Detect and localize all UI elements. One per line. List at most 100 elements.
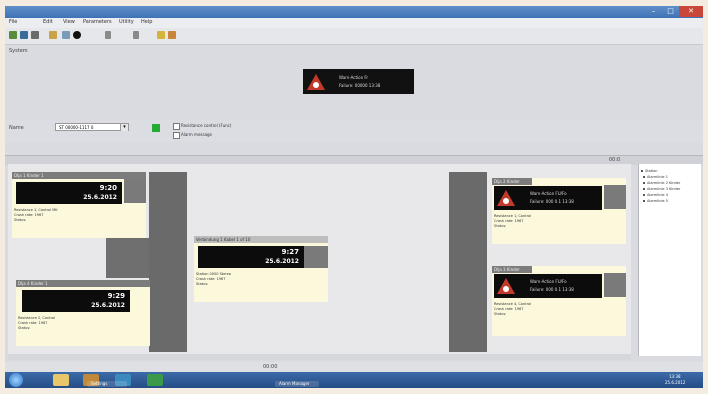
status-bar-text: 00:00 bbox=[263, 364, 278, 370]
tree-node-icon bbox=[643, 194, 645, 196]
card-header-text: Dlja 1 Kinder 1 bbox=[14, 173, 44, 178]
tree-item[interactable]: Alarmlinie 3 Kinder bbox=[647, 187, 680, 191]
close-button[interactable]: ✕ bbox=[679, 6, 703, 17]
menu-parameters[interactable]: Parameters bbox=[83, 19, 112, 25]
tree-node-icon bbox=[643, 176, 645, 178]
card-info-line: Resistance 1, Control bbox=[494, 214, 532, 218]
menu-help[interactable]: Help bbox=[141, 19, 152, 25]
application-window: – □ ✕ File Edit View Parameters Utility … bbox=[5, 6, 703, 388]
warning-symbol bbox=[503, 198, 509, 204]
alarm-banner[interactable]: Warn-Action Fr Failure: 00000 13:38 bbox=[303, 69, 414, 94]
left-bus-pillar bbox=[149, 172, 187, 352]
card-alert-line2: Failure: 000 0.1 13:38 bbox=[530, 199, 574, 204]
card-info-line: Resistance 4, Control bbox=[494, 302, 532, 306]
menu-file[interactable]: File bbox=[9, 19, 17, 25]
start-button[interactable] bbox=[9, 373, 23, 387]
star-icon[interactable] bbox=[157, 31, 165, 39]
horizontal-scrollbar[interactable] bbox=[8, 354, 631, 360]
card-display: 9:20 25.6.2012 bbox=[16, 182, 122, 204]
device-card-alarm[interactable]: Dlja 2 Kinder Warn-Action FU/Fo Failure:… bbox=[492, 178, 626, 244]
alarm-message-checkbox-label: Alarm message bbox=[181, 132, 213, 137]
card-header: Dlja 1 Kinder 1 bbox=[12, 172, 146, 179]
explorer-icon[interactable] bbox=[53, 374, 69, 386]
menu-view[interactable]: View bbox=[63, 19, 75, 25]
tree-node-icon bbox=[643, 200, 645, 202]
card-date: 25.6.2012 bbox=[83, 194, 117, 201]
card-header-text: Dlja 3 Kinder bbox=[494, 267, 520, 272]
card-header: Dlja 3 Kinder bbox=[492, 266, 532, 273]
clock-time[interactable]: 13:38 bbox=[669, 374, 681, 379]
left-connector bbox=[106, 238, 149, 278]
card-header: Verbindung 1 Kabel 1 of 10 bbox=[194, 236, 328, 243]
back-icon[interactable] bbox=[105, 31, 111, 39]
windows-taskbar: Settings Alarm Manager 13:38 25.6.2012 bbox=[5, 372, 703, 388]
taskbar-button-label: Alarm Manager bbox=[279, 381, 310, 386]
clock-date[interactable]: 25.6.2012 bbox=[665, 380, 685, 385]
menu-bar: File Edit View Parameters Utility Help bbox=[5, 18, 703, 28]
device-card[interactable]: Verbindung 1 Kabel 1 of 10 9:27 25.6.201… bbox=[194, 236, 328, 302]
alarm-banner-line2: Failure: 00000 13:38 bbox=[339, 83, 381, 88]
open-icon[interactable] bbox=[9, 31, 17, 39]
tree-node-icon bbox=[641, 170, 643, 172]
alarm-message-checkbox[interactable] bbox=[173, 132, 180, 139]
card-info-line: Resistance 2, Control bbox=[18, 316, 56, 320]
station-combo-value: ST 00000-1117 0 bbox=[59, 125, 94, 130]
card-info-line: Crash rate: 1967 bbox=[196, 277, 226, 281]
station-combo[interactable]: ST 00000-1117 0 ▾ bbox=[55, 123, 129, 131]
resistance-checkbox[interactable] bbox=[173, 123, 180, 130]
card-info-line: Crash rate: 1967 bbox=[14, 213, 44, 217]
card-alert-line2: Failure: 000 0.1 13:38 bbox=[530, 287, 574, 292]
topology-view: Dlja 1 Kinder 1 9:20 25.6.2012 Resistanc… bbox=[8, 164, 631, 354]
card-info-line: Status: bbox=[18, 326, 31, 330]
card-info-line: Status: bbox=[494, 312, 507, 316]
card-date: 25.6.2012 bbox=[91, 302, 125, 309]
card-alarm-display: Warn-Action FU/Fo Failure: 000 0.1 13:38 bbox=[494, 274, 602, 298]
maximize-button[interactable]: □ bbox=[662, 6, 679, 17]
pane-header-value: 00:0 bbox=[609, 157, 621, 163]
tree-node-icon bbox=[643, 182, 645, 184]
taskbar-button-alarm-manager[interactable]: Alarm Manager bbox=[275, 381, 319, 387]
tree-item[interactable]: Alarmlinie 4 bbox=[647, 193, 668, 197]
card-info-line: Status: bbox=[494, 224, 507, 228]
menu-utility[interactable]: Utility bbox=[119, 19, 134, 25]
card-alert-line1: Warn-Action FU/Fo bbox=[530, 279, 567, 284]
card-info-line: Crash rate: 1967 bbox=[494, 307, 524, 311]
title-bar: – □ ✕ bbox=[5, 6, 703, 18]
card-info-line: Crash rate: 1967 bbox=[494, 219, 524, 223]
card-header-text: Verbindung 1 Kabel 1 of 10 bbox=[196, 237, 251, 242]
card-info-line: Resistance 1, Control MK bbox=[14, 208, 58, 212]
alarm-section-label: System bbox=[9, 48, 28, 54]
taskbar-button-settings[interactable]: Settings bbox=[87, 381, 127, 387]
right-bus-pillar bbox=[449, 172, 487, 352]
tree-node-icon bbox=[643, 188, 645, 190]
card-header-text: Dlja 4 Kinder 1 bbox=[18, 281, 48, 286]
tree-item[interactable]: Station bbox=[645, 169, 657, 173]
chevron-down-icon[interactable]: ▾ bbox=[120, 124, 128, 131]
tree-item[interactable]: Alarmlinie 5 bbox=[647, 199, 668, 203]
tree-item[interactable]: Alarmlinie 1 bbox=[647, 175, 668, 179]
print-icon[interactable] bbox=[31, 31, 39, 39]
status-bar: 00:00 bbox=[5, 362, 703, 372]
device-card[interactable]: Dlja 1 Kinder 1 9:20 25.6.2012 Resistanc… bbox=[12, 172, 146, 238]
export-icon[interactable] bbox=[168, 31, 176, 39]
settings-icon[interactable] bbox=[49, 31, 57, 39]
card-info-line: Status: bbox=[196, 282, 209, 286]
card-alarm-display: Warn-Action FU/Fo Failure: 000 0.1 13:38 bbox=[494, 186, 602, 210]
device-card-alarm[interactable]: Dlja 3 Kinder Warn-Action FU/Fo Failure:… bbox=[492, 266, 626, 336]
status-indicator bbox=[152, 124, 160, 132]
card-header-text: Dlja 2 Kinder bbox=[494, 179, 520, 184]
forward-icon[interactable] bbox=[133, 31, 139, 39]
device-card[interactable]: Dlja 4 Kinder 1 9:29 25.6.2012 Resistanc… bbox=[16, 280, 150, 346]
minimize-button[interactable]: – bbox=[645, 6, 662, 17]
save-icon[interactable] bbox=[20, 31, 28, 39]
card-info-line: Station 0000 Stereo bbox=[196, 272, 231, 276]
app-icon[interactable] bbox=[147, 374, 163, 386]
alarm-banner-line1: Warn-Action Fr bbox=[339, 75, 369, 80]
record-icon[interactable] bbox=[73, 31, 81, 39]
menu-edit[interactable]: Edit bbox=[43, 19, 53, 25]
info-icon[interactable] bbox=[62, 31, 70, 39]
tree-item[interactable]: Alarmlinie 2 Kinder bbox=[647, 181, 680, 185]
card-side-block bbox=[304, 246, 328, 268]
toolbar bbox=[5, 28, 703, 45]
card-side-block bbox=[604, 273, 626, 297]
